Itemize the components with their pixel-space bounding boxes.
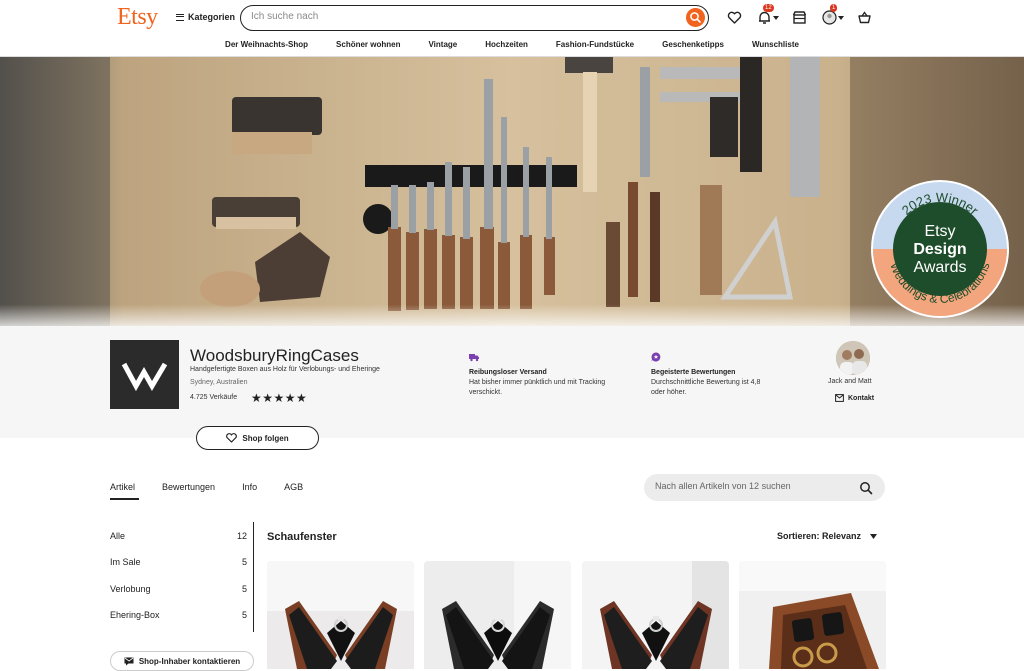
award-line2: Design	[913, 241, 966, 258]
contact-owner-button[interactable]: Shop-Inhaber kontaktieren	[110, 651, 254, 671]
nav-item[interactable]: Fashion-Fundstücke	[556, 35, 634, 56]
section-label: Ehering-Box	[110, 610, 160, 620]
product-card[interactable]	[267, 561, 414, 669]
tab-info[interactable]: Info	[242, 482, 257, 492]
product-image-walnut-v-box	[267, 561, 414, 669]
top-header: Etsy Kategorien 12	[0, 0, 1024, 35]
section-count: 5	[241, 557, 247, 567]
shop-search-input[interactable]	[655, 481, 855, 491]
category-nav: Der Weihnachts-Shop Schöner wohnen Vinta…	[0, 35, 1024, 57]
shop-banner: 2023 Winner Weddings & Celebrations Etsy…	[0, 57, 1024, 326]
sort-label: Sortieren: Relevanz	[777, 531, 862, 541]
avatar-icon	[822, 10, 837, 25]
contact-link[interactable]: Kontakt	[835, 394, 874, 402]
product-image-double-ring-box	[739, 561, 886, 669]
section-item-ehering-box[interactable]: Ehering-Box 5	[110, 610, 247, 620]
owner-photo	[836, 341, 870, 375]
etsy-logo[interactable]: Etsy	[117, 4, 158, 31]
award-seal: 2023 Winner Weddings & Celebrations Etsy…	[873, 182, 1007, 316]
search-button[interactable]	[686, 8, 705, 27]
follow-label: Shop folgen	[242, 433, 289, 443]
shop-tagline: Handgefertigte Boxen aus Holz für Verlob…	[190, 366, 380, 373]
product-image-rosewood-v-box	[582, 561, 729, 669]
nav-item[interactable]: Hochzeiten	[485, 35, 528, 56]
shipping-feature: Reibungsloser Versand Hat bisher immer p…	[469, 352, 605, 398]
feature-text: Durchschnittliche Bewertung ist 4,8	[651, 379, 761, 386]
section-count: 5	[241, 584, 247, 594]
owner-name: Jack and Matt	[828, 378, 872, 385]
section-item-alle[interactable]: Alle 12	[110, 531, 247, 541]
feature-title: Begeisterte Bewertungen	[651, 369, 736, 376]
section-label: Im Sale	[110, 557, 141, 567]
gift-registry-button[interactable]	[791, 9, 808, 26]
nav-item[interactable]: Wunschliste	[752, 35, 799, 56]
shop-logo-mark	[121, 362, 168, 392]
award-line1: Etsy	[924, 223, 955, 240]
registry-icon	[792, 11, 807, 24]
shop-name: WoodsburyRingCases	[190, 346, 359, 365]
section-item-verlobung[interactable]: Verlobung 5	[110, 584, 247, 594]
chevron-down-icon	[773, 16, 779, 20]
shop-search-bar	[644, 474, 885, 501]
shop-tabs: Artikel Bewertungen Info AGB	[110, 482, 303, 492]
search-input[interactable]	[251, 11, 671, 22]
shop-location: Sydney, Australien	[190, 379, 248, 386]
shop-logo[interactable]	[110, 340, 179, 409]
account-button[interactable]: 1	[821, 4, 844, 26]
section-item-im-sale[interactable]: Im Sale 5	[110, 557, 247, 567]
tab-artikel[interactable]: Artikel	[110, 482, 135, 492]
section-label: Verlobung	[110, 584, 151, 594]
product-card[interactable]	[424, 561, 571, 669]
search-icon	[690, 12, 701, 23]
feature-text: Hat bisher immer pünktlich und mit Track…	[469, 379, 606, 386]
heart-icon	[727, 11, 742, 24]
truck-icon	[469, 354, 479, 362]
rating-stars[interactable]: ★★★★★	[251, 391, 307, 405]
section-count: 5	[241, 610, 247, 620]
contact-owner-label: Shop-Inhaber kontaktieren	[138, 656, 241, 666]
feature-title: Reibungsloser Versand	[469, 369, 547, 376]
section-label: Alle	[110, 531, 126, 541]
notifications-badge: 12	[763, 4, 774, 12]
active-tab-indicator	[110, 498, 139, 500]
section-title: Schaufenster	[267, 531, 337, 543]
search-icon[interactable]	[859, 481, 873, 495]
product-card[interactable]	[582, 561, 729, 669]
caret-down-icon	[870, 533, 878, 539]
cart-button[interactable]	[856, 9, 873, 26]
nav-item[interactable]: Geschenketipps	[662, 35, 724, 56]
tab-agb[interactable]: AGB	[284, 482, 303, 492]
nav-item[interactable]: Der Weihnachts-Shop	[225, 35, 308, 56]
tab-bewertungen[interactable]: Bewertungen	[162, 482, 215, 492]
product-card[interactable]	[739, 561, 886, 669]
cart-icon	[858, 11, 871, 24]
nav-item[interactable]: Vintage	[428, 35, 457, 56]
feature-text: verschickt.	[469, 389, 503, 396]
nav-item[interactable]: Schöner wohnen	[336, 35, 400, 56]
reviews-feature: Begeisterte Bewertungen Durchschnittlich…	[651, 352, 760, 398]
sort-dropdown[interactable]: Sortieren: Relevanz	[777, 531, 878, 541]
search-bar	[240, 5, 709, 31]
notifications-button[interactable]: 12	[756, 4, 779, 26]
feature-text: oder höher.	[651, 389, 687, 396]
section-divider	[253, 522, 254, 632]
section-count: 12	[236, 531, 247, 541]
award-line3: Awards	[913, 259, 966, 276]
heart-icon	[226, 433, 238, 443]
mail-icon	[835, 394, 844, 402]
product-image-black-v-box	[424, 561, 571, 669]
shop-sales-count: 4.725 Verkäufe	[190, 394, 238, 401]
chat-star-icon	[651, 352, 661, 362]
owner-avatar[interactable]	[836, 341, 870, 375]
design-award-badge: 2023 Winner Weddings & Celebrations Etsy…	[871, 180, 1009, 318]
categories-label: Kategorien	[188, 12, 236, 22]
favorites-button[interactable]	[726, 9, 743, 26]
categories-button[interactable]: Kategorien	[176, 12, 235, 22]
follow-shop-button[interactable]: Shop folgen	[196, 426, 319, 450]
chevron-down-icon	[838, 16, 844, 20]
message-icon	[124, 657, 134, 665]
workshop-tools-image	[0, 57, 1024, 326]
menu-icon	[176, 13, 184, 21]
contact-label: Kontakt	[848, 394, 875, 402]
